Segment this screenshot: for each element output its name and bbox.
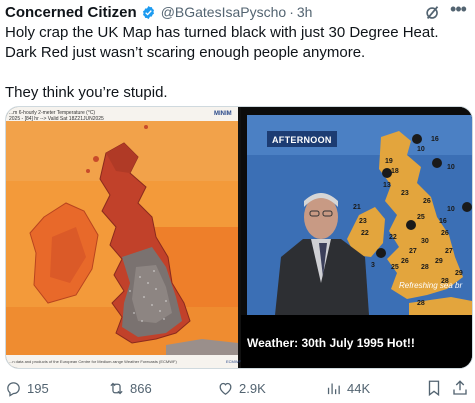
map-temp: 16 [439, 218, 447, 225]
share-icon[interactable] [451, 379, 469, 397]
map-temp: 27 [409, 248, 417, 255]
map-temp: 29 [435, 258, 443, 265]
post-text-line: They think you’re stupid. [5, 84, 168, 101]
map-valid-time: 2025 - [84] hr --> Valid Sat 18Z21JUN202… [9, 116, 104, 122]
views-button[interactable]: 44K [325, 378, 370, 398]
author-handle[interactable]: @BGatesIsaPyscho [161, 4, 287, 20]
map-temp: 27 [445, 248, 453, 255]
forecast-map-image[interactable]: ...m 6-hourly 2-meter Temperature (°C) 2… [6, 107, 242, 368]
map-temp: 10 [447, 164, 455, 171]
map-temp: 26 [441, 230, 449, 237]
bookmark-icon[interactable] [425, 379, 443, 397]
map-temp: 23 [401, 190, 409, 197]
post-timestamp[interactable]: 3h [297, 4, 313, 20]
views-icon [327, 383, 340, 394]
caption-bar: Weather: 30th July 1995 Hot!! [241, 315, 472, 368]
map-credit: ...n data and products of the European C… [9, 359, 177, 364]
separator-dot: · [289, 4, 294, 20]
reply-icon [7, 381, 20, 397]
like-button[interactable]: 2.9K [217, 378, 266, 398]
map-temp: 10 [417, 146, 425, 153]
more-options-icon[interactable]: ••• [447, 0, 469, 21]
repost-button[interactable]: 866 [108, 378, 152, 398]
map-temp: 26 [401, 258, 409, 265]
views-count: 44K [347, 380, 371, 396]
map-temp: 22 [389, 234, 397, 241]
media-grid: ...m 6-hourly 2-meter Temperature (°C) 2… [5, 106, 473, 369]
map-header-text: ...m 6-hourly 2-meter Temperature (°C) 2… [9, 110, 104, 122]
repost-count: 866 [130, 380, 152, 396]
like-count: 2.9K [239, 380, 266, 396]
post-header: Concerned Citizen @BGatesIsaPyscho · 3h [5, 2, 312, 22]
grok-icon[interactable] [424, 4, 442, 22]
map-logo: MINIM [214, 111, 232, 117]
map-temp: 28 [417, 300, 425, 307]
map-temp: 25 [417, 214, 425, 221]
map-temp: 21 [353, 204, 361, 211]
tv-banner: AFTERNOON [272, 135, 332, 145]
repost-icon [110, 382, 123, 394]
tv-overlay-text: Refreshing sea br [399, 281, 463, 290]
tv-weather-image[interactable]: 16 10 19 18 10 13 23 26 10 21 23 25 16 2… [241, 107, 472, 368]
heart-icon [219, 382, 232, 395]
author-name[interactable]: Concerned Citizen [5, 4, 137, 21]
map-temp: 23 [359, 218, 367, 225]
map-temp: 3 [371, 262, 375, 269]
map-credit-right: ECMWF [226, 359, 242, 364]
map-temp: 22 [361, 230, 369, 237]
map-temp: 10 [447, 206, 455, 213]
verified-badge-icon [141, 5, 156, 20]
map-temp: 16 [431, 136, 439, 143]
action-bar: 195 866 2.9K 44K [0, 378, 475, 400]
post-text-line: Holy crap the UK Map has turned black wi… [5, 24, 439, 41]
map-temp: 26 [423, 198, 431, 205]
reply-count: 195 [27, 380, 49, 396]
map-temp: 19 [385, 158, 393, 165]
map-temp: 18 [391, 168, 399, 175]
image-caption: Weather: 30th July 1995 Hot!! [247, 336, 415, 350]
map-temp: 30 [421, 238, 429, 245]
forecast-map-graphic [6, 107, 238, 368]
post-text: Holy crap the UK Map has turned black wi… [5, 23, 467, 103]
map-temp: 28 [421, 264, 429, 271]
post-text-line: Dark Red just wasn’t scaring enough peop… [5, 44, 366, 61]
map-temp: 25 [391, 264, 399, 271]
map-temp: 29 [455, 270, 463, 277]
map-temp: 13 [383, 182, 391, 189]
reply-button[interactable]: 195 [5, 378, 49, 398]
